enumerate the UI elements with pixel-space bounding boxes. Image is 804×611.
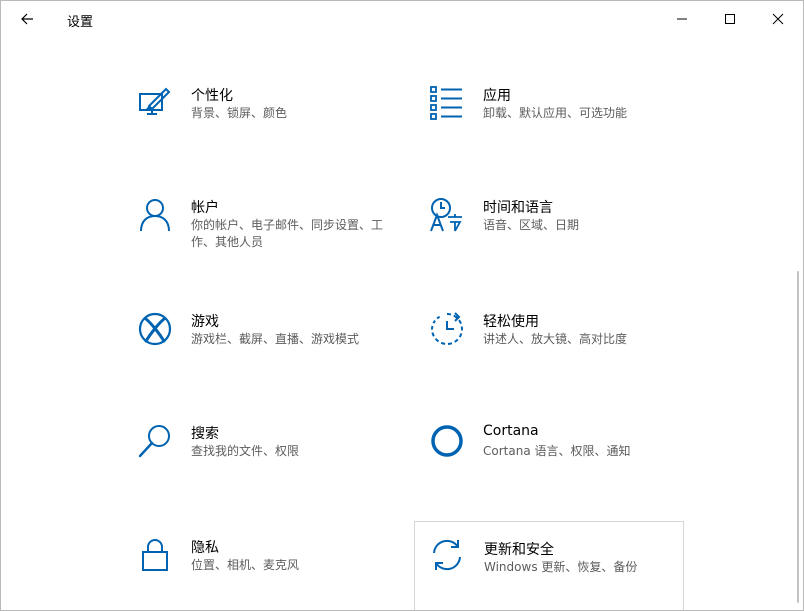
tile-name: 轻松使用 bbox=[483, 314, 539, 330]
tile-description: 你的帐户、电子邮件、同步设置、工作、其他人员 bbox=[191, 218, 384, 249]
tile-description: Windows 更新、恢复、备份 bbox=[484, 560, 638, 574]
tile-name: 更新和安全 bbox=[484, 542, 554, 558]
back-button[interactable] bbox=[9, 5, 45, 33]
apps-icon bbox=[429, 85, 465, 121]
personalization-icon bbox=[137, 85, 173, 121]
maximize-button[interactable] bbox=[707, 1, 753, 37]
tile-ease-of-access[interactable]: 轻松使用 讲述人、放大镜、高对比度 bbox=[429, 311, 697, 403]
tile-description: 卸载、默认应用、可选功能 bbox=[483, 106, 628, 120]
tile-description: 游戏栏、截屏、直播、游戏模式 bbox=[191, 332, 360, 346]
settings-window: 设置 个性化 背景、锁屏、颜色 应用 卸载、默认应用、可选功能 帐户 你的帐户、… bbox=[0, 0, 804, 611]
tile-description: 背景、锁屏、颜色 bbox=[191, 106, 288, 120]
back-arrow-icon bbox=[21, 13, 33, 25]
tile-description: 讲述人、放大镜、高对比度 bbox=[483, 332, 628, 346]
tile-apps[interactable]: 应用 卸载、默认应用、可选功能 bbox=[429, 85, 697, 177]
cortana-icon bbox=[429, 423, 465, 459]
tile-name: 应用 bbox=[483, 88, 511, 104]
tile-name: 游戏 bbox=[191, 314, 219, 330]
maximize-icon bbox=[725, 14, 735, 24]
tile-accounts[interactable]: 帐户 你的帐户、电子邮件、同步设置、工作、其他人员 bbox=[137, 197, 405, 289]
tile-name: 搜索 bbox=[191, 426, 219, 442]
xbox-icon bbox=[137, 311, 173, 347]
tile-description: 位置、相机、麦克风 bbox=[191, 558, 300, 572]
lock-icon bbox=[137, 537, 173, 573]
title-bar: 设置 bbox=[1, 1, 803, 37]
tile-description: 语音、区域、日期 bbox=[483, 218, 580, 232]
time-language-icon bbox=[429, 197, 465, 233]
search-icon bbox=[137, 423, 173, 459]
ease-of-access-icon bbox=[429, 311, 465, 347]
close-icon bbox=[772, 13, 784, 25]
minimize-icon bbox=[677, 18, 687, 20]
tile-name: Cortana bbox=[483, 423, 539, 439]
tile-description: 查找我的文件、权限 bbox=[191, 444, 300, 458]
tile-description: Cortana 语言、权限、通知 bbox=[483, 444, 631, 458]
tile-time-language[interactable]: 时间和语言 语音、区域、日期 bbox=[429, 197, 697, 289]
tile-name: 帐户 bbox=[191, 200, 219, 216]
tile-search[interactable]: 搜索 查找我的文件、权限 bbox=[137, 423, 405, 515]
tile-personalization[interactable]: 个性化 背景、锁屏、颜色 bbox=[137, 85, 405, 177]
account-icon bbox=[137, 197, 173, 233]
tile-name: 隐私 bbox=[191, 540, 219, 556]
tile-cortana[interactable]: Cortana Cortana 语言、权限、通知 bbox=[429, 423, 697, 515]
tile-name: 时间和语言 bbox=[483, 200, 553, 216]
minimize-button[interactable] bbox=[659, 1, 705, 37]
tile-gaming[interactable]: 游戏 游戏栏、截屏、直播、游戏模式 bbox=[137, 311, 405, 403]
window-title: 设置 bbox=[67, 15, 94, 30]
scrollbar[interactable] bbox=[797, 271, 799, 603]
tile-privacy[interactable]: 隐私 位置、相机、麦克风 bbox=[137, 537, 405, 610]
tile-update-security[interactable]: 更新和安全 Windows 更新、恢复、备份 bbox=[414, 521, 684, 610]
tile-name: 个性化 bbox=[191, 88, 233, 104]
close-button[interactable] bbox=[755, 1, 801, 37]
update-icon bbox=[429, 537, 465, 573]
